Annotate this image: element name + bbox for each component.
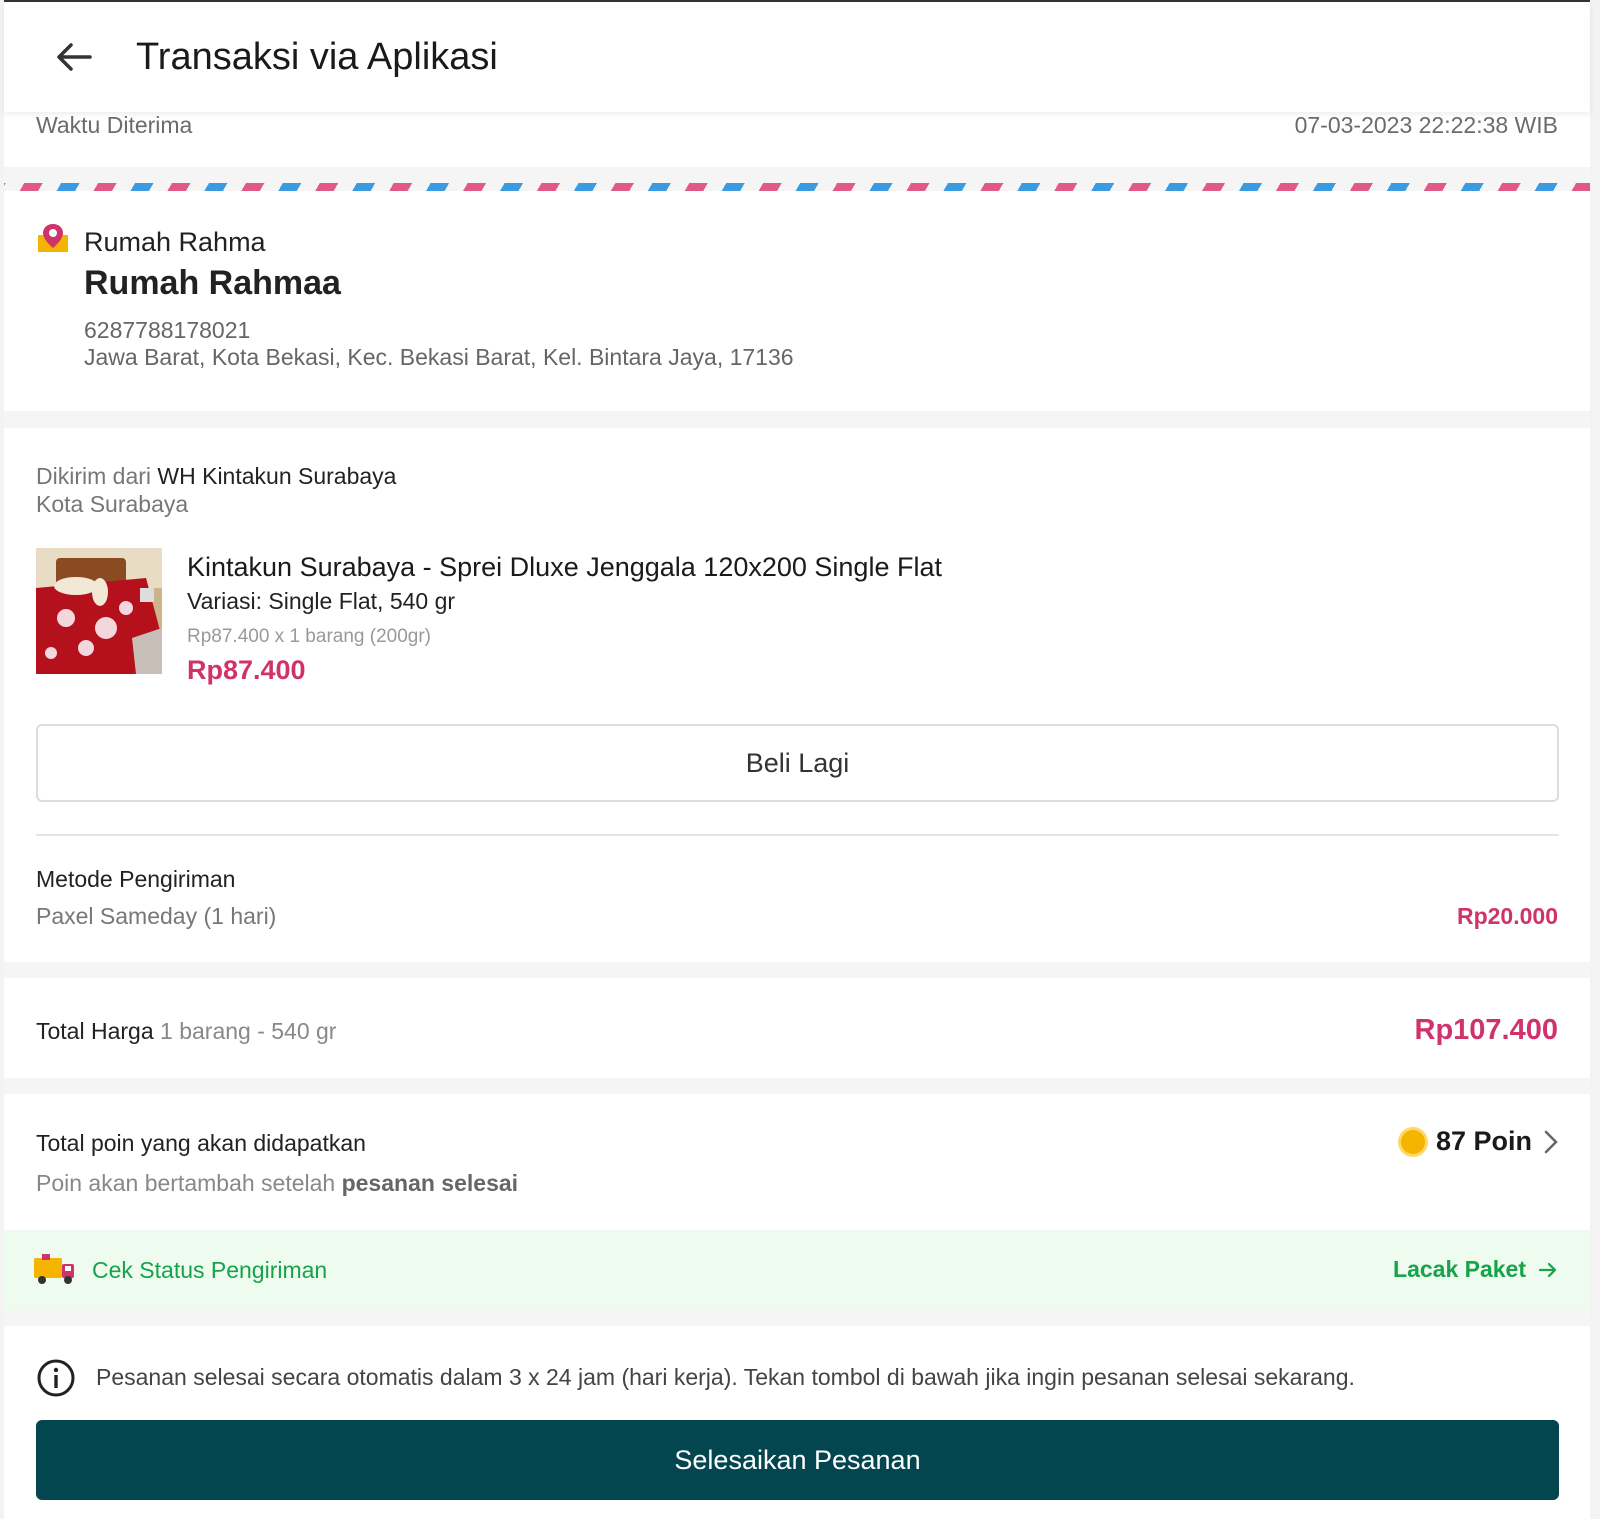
product-variant: Variasi: Single Flat, 540 gr <box>187 588 456 614</box>
complete-order-button[interactable]: Selesaikan Pesanan <box>36 1420 1559 1500</box>
track-package-label: Lacak Paket <box>1393 1256 1526 1282</box>
divider <box>36 834 1559 836</box>
shipping-address-card: Rumah Rahma Rumah Rahmaa 6287788178021 J… <box>4 191 1590 411</box>
shipping-method-label: Metode Pengiriman <box>36 866 236 892</box>
address-label: Rumah Rahma <box>84 227 266 257</box>
shipping-price: Rp20.000 <box>1456 903 1558 929</box>
shipping-method-value: Paxel Sameday (1 hari) <box>36 903 277 929</box>
auto-complete-info: Pesanan selesai secara otomatis dalam 3 … <box>96 1364 1355 1390</box>
received-value: 07-03-2023 22:22:38 WIB <box>1294 111 1558 138</box>
app-bar: Transaksi via Aplikasi <box>4 2 1590 112</box>
received-time-row: Waktu Diterima 07-03-2023 22:22:38 WIB <box>4 112 1590 167</box>
info-icon <box>37 1359 75 1397</box>
order-completion-panel: Pesanan selesai secara otomatis dalam 3 … <box>4 1326 1590 1519</box>
arrow-left-icon <box>57 43 92 71</box>
shipped-from: Dikirim dari WH Kintakun Surabaya Kota S… <box>36 462 396 518</box>
product-price-calc: Rp87.400 x 1 barang (200gr) <box>187 626 431 647</box>
points-label: Total poin yang akan didapatkan <box>36 1130 366 1156</box>
points-sub-bold: pesanan selesai <box>341 1170 519 1196</box>
shipped-from-prefix: Dikirim dari <box>36 463 151 489</box>
received-label: Waktu Diterima <box>36 111 193 138</box>
points-sub-prefix: Poin akan bertambah setelah <box>36 1170 336 1196</box>
coin-icon <box>1397 1126 1428 1157</box>
total-price-row: Total Harga 1 barang - 540 gr Rp107.400 <box>4 978 1590 1078</box>
points-card: Total poin yang akan didapatkan Poin aka… <box>4 1094 1590 1230</box>
page-title: Transaksi via Aplikasi <box>136 35 498 78</box>
chevron-right-icon <box>1544 1130 1558 1153</box>
shipped-from-store: WH Kintakun Surabaya <box>157 463 397 489</box>
buy-again-button[interactable]: Beli Lagi <box>36 724 1559 802</box>
product-photo <box>36 548 162 674</box>
points-value-link[interactable]: 87 Poin <box>1397 1126 1558 1157</box>
total-detail: 1 barang - 540 gr <box>160 1018 337 1044</box>
address-line: Jawa Barat, Kota Bekasi, Kec. Bekasi Bar… <box>84 344 794 370</box>
total-label-group: Total Harga 1 barang - 540 gr <box>36 1018 336 1045</box>
track-package-link[interactable]: Lacak Paket <box>1393 1256 1558 1283</box>
location-pin-icon <box>38 224 68 252</box>
shipped-from-city: Kota Surabaya <box>36 491 189 517</box>
airmail-border <box>4 183 1590 191</box>
recipient-phone: 6287788178021 <box>84 317 251 343</box>
arrow-right-icon <box>1538 1262 1557 1277</box>
order-card: Dikirim dari WH Kintakun Surabaya Kota S… <box>4 428 1590 962</box>
back-button[interactable] <box>44 27 104 87</box>
total-label: Total Harga <box>36 1018 154 1044</box>
recipient-name: Rumah Rahmaa <box>84 264 341 302</box>
shipping-status-banner[interactable]: Cek Status Pengiriman Lacak Paket <box>4 1230 1590 1310</box>
total-price: Rp107.400 <box>1414 1014 1559 1046</box>
delivery-truck-icon <box>34 1254 74 1284</box>
points-value: 87 Poin <box>1435 1126 1532 1156</box>
product-name[interactable]: Kintakun Surabaya - Sprei Dluxe Jenggala… <box>187 552 942 583</box>
points-subtext: Poin akan bertambah setelah pesanan sele… <box>36 1170 518 1197</box>
product-image[interactable] <box>36 548 162 674</box>
product-price: Rp87.400 <box>187 655 306 685</box>
shipping-status-label: Cek Status Pengiriman <box>92 1257 328 1283</box>
